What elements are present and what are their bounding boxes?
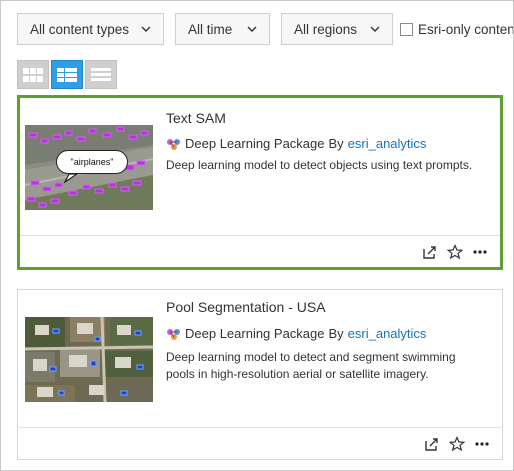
star-icon[interactable]	[449, 436, 465, 452]
list-view-button[interactable]	[85, 60, 117, 89]
esri-only-filter[interactable]: Esri-only content	[400, 13, 514, 45]
view-mode-toggle	[17, 60, 117, 89]
item-title[interactable]: Pool Segmentation - USA	[166, 299, 326, 315]
item-title[interactable]: Text SAM	[166, 110, 226, 126]
item-thumbnail[interactable]	[25, 317, 153, 402]
item-description: Deep learning model to detect objects us…	[166, 158, 473, 172]
item-meta: Deep Learning Package By esri_analytics	[166, 326, 426, 341]
deep-learning-package-icon	[167, 328, 180, 340]
aerial-neighborhood-thumbnail-image	[25, 317, 153, 402]
filter-bar: All content types All time All regions E…	[17, 13, 513, 45]
time-label: All time	[188, 21, 233, 37]
chevron-down-icon	[247, 26, 257, 32]
item-type: Deep Learning Package	[185, 326, 325, 341]
table-view-button[interactable]	[51, 60, 83, 89]
table-view-icon	[57, 67, 77, 82]
list-view-icon	[91, 67, 111, 81]
item-thumbnail[interactable]: "airplanes"	[25, 125, 153, 210]
item-card-text-sam[interactable]: "airplanes" Text SAM Deep Learning Packa…	[17, 95, 503, 270]
share-icon[interactable]	[424, 436, 440, 452]
item-type: Deep Learning Package	[185, 136, 325, 151]
text-prompt-bubble: "airplanes"	[56, 150, 128, 174]
share-icon[interactable]	[422, 244, 438, 260]
star-icon[interactable]	[447, 244, 463, 260]
item-owner-link[interactable]: esri_analytics	[348, 326, 427, 341]
item-description: Deep learning model to detect and segmen…	[166, 349, 496, 383]
item-description-line: pools in high-resolution aerial or satel…	[166, 367, 429, 381]
more-options-icon[interactable]	[474, 436, 490, 452]
esri-only-checkbox[interactable]	[400, 22, 413, 36]
item-meta: Deep Learning Package By esri_analytics	[166, 136, 426, 151]
esri-only-label: Esri-only content	[418, 21, 514, 37]
by-label: By	[328, 326, 344, 341]
item-card-pool-segmentation[interactable]: Pool Segmentation - USA Deep Learning Pa…	[17, 289, 503, 460]
more-options-icon[interactable]	[472, 244, 488, 260]
regions-dropdown[interactable]: All regions	[281, 13, 393, 45]
item-card-footer	[18, 427, 502, 459]
chevron-down-icon	[141, 26, 151, 32]
item-card-footer	[20, 235, 500, 267]
deep-learning-package-icon	[167, 138, 180, 150]
by-label: By	[328, 136, 344, 151]
chevron-down-icon	[370, 26, 380, 32]
time-dropdown[interactable]: All time	[175, 13, 270, 45]
content-type-label: All content types	[30, 21, 130, 37]
grid-view-icon	[23, 67, 43, 82]
grid-view-button[interactable]	[17, 60, 49, 89]
content-type-dropdown[interactable]: All content types	[17, 13, 164, 45]
item-description-line: Deep learning model to detect and segmen…	[166, 350, 456, 364]
regions-label: All regions	[294, 21, 358, 37]
item-owner-link[interactable]: esri_analytics	[348, 136, 427, 151]
content-browser: All content types All time All regions E…	[0, 0, 514, 471]
